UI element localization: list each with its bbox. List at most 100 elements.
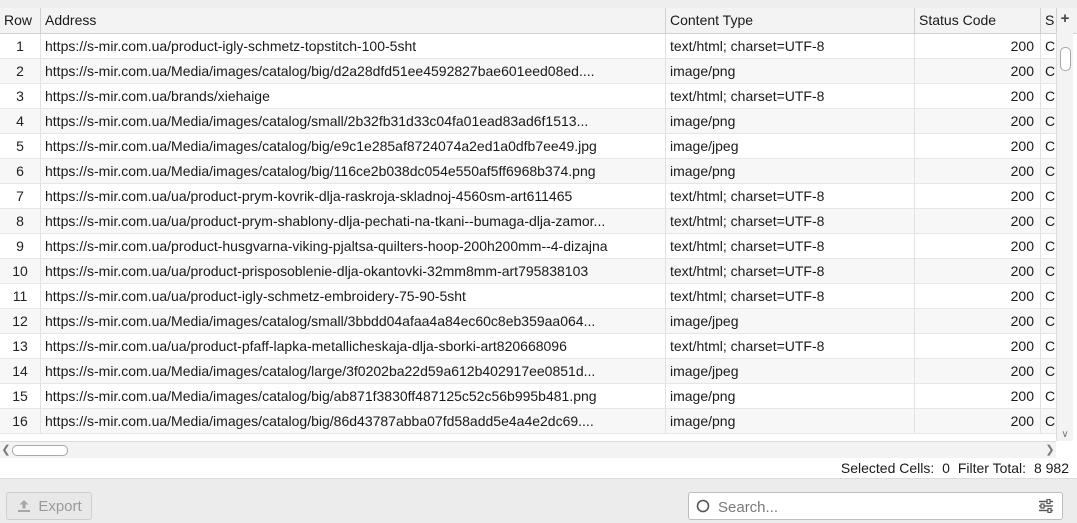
cell-row-number[interactable]: 15 [0,384,41,408]
cell-status[interactable]: C [1041,234,1056,258]
cell-content-type[interactable]: text/html; charset=UTF-8 [666,34,915,58]
cell-status[interactable]: C [1041,184,1056,208]
cell-status-code[interactable]: 200 [915,409,1041,433]
table-row[interactable]: 12 https://s-mir.com.ua/Media/images/cata… [0,309,1056,334]
cell-row-number[interactable]: 6 [0,159,41,183]
cell-row-number[interactable]: 4 [0,109,41,133]
scroll-left-arrow-icon[interactable]: ❮ [0,442,12,458]
cell-content-type[interactable]: image/png [666,409,915,433]
table-row[interactable]: 5 https://s-mir.com.ua/Media/images/catal… [0,134,1056,159]
table-row[interactable]: 13 https://s-mir.com.ua/ua/product-pfaff-… [0,334,1056,359]
search-box[interactable] [688,492,1063,520]
cell-status-code[interactable]: 200 [915,209,1041,233]
cell-content-type[interactable]: image/png [666,159,915,183]
table-row[interactable]: 6 https://s-mir.com.ua/Media/images/catal… [0,159,1056,184]
cell-address[interactable]: https://s-mir.com.ua/Media/images/catalo… [41,309,666,333]
table-row[interactable]: 1 https://s-mir.com.ua/product-igly-schme… [0,34,1056,59]
vertical-scrollbar[interactable]: ∨ [1056,33,1073,441]
cell-content-type[interactable]: text/html; charset=UTF-8 [666,234,915,258]
table-row[interactable]: 4 https://s-mir.com.ua/Media/images/catal… [0,109,1056,134]
table-row[interactable]: 10 https://s-mir.com.ua/ua/product-prispo… [0,259,1056,284]
cell-status-code[interactable]: 200 [915,334,1041,358]
cell-status[interactable]: C [1041,309,1056,333]
table-row[interactable]: 14 https://s-mir.com.ua/Media/images/cata… [0,359,1056,384]
table-row[interactable]: 16 https://s-mir.com.ua/Media/images/cata… [0,409,1056,434]
cell-status-code[interactable]: 200 [915,59,1041,83]
cell-content-type[interactable]: text/html; charset=UTF-8 [666,259,915,283]
cell-status-code[interactable]: 200 [915,234,1041,258]
cell-content-type[interactable]: image/jpeg [666,309,915,333]
cell-status-code[interactable]: 200 [915,309,1041,333]
cell-content-type[interactable]: image/png [666,384,915,408]
cell-address[interactable]: https://s-mir.com.ua/Media/images/catalo… [41,409,666,433]
cell-address[interactable]: https://s-mir.com.ua/ua/product-pfaff-la… [41,334,666,358]
vertical-scroll-thumb[interactable] [1060,47,1071,71]
cell-row-number[interactable]: 3 [0,84,41,108]
cell-status[interactable]: C [1041,284,1056,308]
table-row[interactable]: 8 https://s-mir.com.ua/ua/product-prym-sh… [0,209,1056,234]
cell-content-type[interactable]: text/html; charset=UTF-8 [666,209,915,233]
cell-status-code[interactable]: 200 [915,184,1041,208]
column-header-status-code[interactable]: Status Code [915,8,1041,33]
scroll-right-arrow-icon[interactable]: ❯ [1044,442,1056,458]
cell-address[interactable]: https://s-mir.com.ua/Media/images/catalo… [41,159,666,183]
cell-status[interactable]: C [1041,409,1056,433]
cell-status-code[interactable]: 200 [915,284,1041,308]
cell-row-number[interactable]: 7 [0,184,41,208]
cell-status[interactable]: C [1041,334,1056,358]
cell-address[interactable]: https://s-mir.com.ua/product-husgvarna-v… [41,234,666,258]
cell-status[interactable]: C [1041,134,1056,158]
table-row[interactable]: 7 https://s-mir.com.ua/ua/product-prym-ko… [0,184,1056,209]
cell-status-code[interactable]: 200 [915,159,1041,183]
horizontal-scrollbar[interactable]: ❮ ❯ [0,441,1056,458]
cell-address[interactable]: https://s-mir.com.ua/ua/product-prym-kov… [41,184,666,208]
cell-address[interactable]: https://s-mir.com.ua/ua/product-prym-sha… [41,209,666,233]
column-header-address[interactable]: Address [41,8,666,33]
cell-row-number[interactable]: 12 [0,309,41,333]
table-row[interactable]: 11 https://s-mir.com.ua/ua/product-igly-s… [0,284,1056,309]
cell-address[interactable]: https://s-mir.com.ua/Media/images/catalo… [41,359,666,383]
cell-address[interactable]: https://s-mir.com.ua/Media/images/catalo… [41,384,666,408]
filter-sliders-icon[interactable] [1038,499,1054,513]
cell-status-code[interactable]: 200 [915,359,1041,383]
cell-status[interactable]: C [1041,84,1056,108]
cell-status[interactable]: C [1041,34,1056,58]
cell-content-type[interactable]: text/html; charset=UTF-8 [666,284,915,308]
cell-status-code[interactable]: 200 [915,84,1041,108]
cell-row-number[interactable]: 10 [0,259,41,283]
cell-content-type[interactable]: text/html; charset=UTF-8 [666,334,915,358]
cell-row-number[interactable]: 5 [0,134,41,158]
cell-status-code[interactable]: 200 [915,384,1041,408]
cell-status[interactable]: C [1041,159,1056,183]
cell-row-number[interactable]: 16 [0,409,41,433]
cell-status[interactable]: C [1041,209,1056,233]
cell-status[interactable]: C [1041,109,1056,133]
cell-content-type[interactable]: image/png [666,59,915,83]
cell-row-number[interactable]: 13 [0,334,41,358]
cell-address[interactable]: https://s-mir.com.ua/Media/images/catalo… [41,109,666,133]
cell-content-type[interactable]: image/jpeg [666,359,915,383]
cell-status[interactable]: C [1041,359,1056,383]
horizontal-scroll-thumb[interactable] [12,445,68,456]
cell-row-number[interactable]: 11 [0,284,41,308]
cell-address[interactable]: https://s-mir.com.ua/ua/product-igly-sch… [41,284,666,308]
cell-status-code[interactable]: 200 [915,259,1041,283]
table-row[interactable]: 2 https://s-mir.com.ua/Media/images/catal… [0,59,1056,84]
column-header-status[interactable]: S [1041,8,1056,33]
scroll-down-arrow-icon[interactable]: ∨ [1058,429,1072,441]
cell-content-type[interactable]: image/png [666,109,915,133]
cell-status-code[interactable]: 200 [915,34,1041,58]
cell-content-type[interactable]: text/html; charset=UTF-8 [666,184,915,208]
cell-status[interactable]: C [1041,259,1056,283]
cell-row-number[interactable]: 9 [0,234,41,258]
cell-status-code[interactable]: 200 [915,134,1041,158]
add-column-button[interactable]: + [1056,8,1073,33]
cell-status[interactable]: C [1041,59,1056,83]
column-header-content-type[interactable]: Content Type [666,8,915,33]
column-header-row[interactable]: Row [0,8,41,33]
cell-status[interactable]: C [1041,384,1056,408]
cell-address[interactable]: https://s-mir.com.ua/ua/product-prisposo… [41,259,666,283]
cell-address[interactable]: https://s-mir.com.ua/brands/xiehaige [41,84,666,108]
cell-address[interactable]: https://s-mir.com.ua/Media/images/catalo… [41,59,666,83]
cell-content-type[interactable]: text/html; charset=UTF-8 [666,84,915,108]
